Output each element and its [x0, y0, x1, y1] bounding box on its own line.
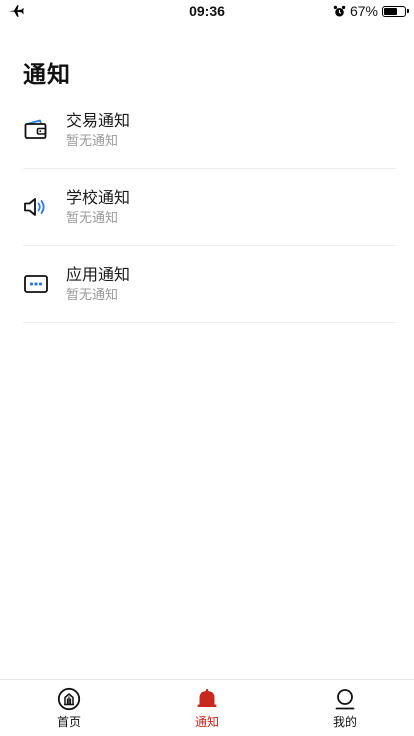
- item-subtitle: 暂无通知: [66, 211, 119, 226]
- list-item-app-notice[interactable]: 应用通知 暂无通知: [23, 246, 396, 323]
- tab-label: 通知: [194, 715, 219, 729]
- notifications-screen: 09:36 67% 通知 交易通知 暂无通知 学校通知 暂无通知 应用通知 暂无…: [0, 0, 414, 736]
- app-message-icon: [24, 275, 48, 293]
- tab-notifications[interactable]: 通知: [138, 680, 276, 736]
- speaker-icon: [24, 198, 45, 216]
- battery-icon: [382, 5, 409, 17]
- battery-percent: 67%: [349, 3, 378, 19]
- status-bar: 09:36 67%: [0, 0, 414, 24]
- tab-home[interactable]: 首页: [0, 680, 138, 736]
- tab-label: 我的: [332, 715, 357, 729]
- tab-bar: 首页 通知 我的: [0, 679, 414, 736]
- tab-label: 首页: [56, 715, 81, 729]
- page-title: 通知: [23, 62, 71, 88]
- notification-list: 交易通知 暂无通知 学校通知 暂无通知 应用通知 暂无通知: [23, 92, 396, 323]
- bell-icon: [197, 689, 217, 707]
- alarm-icon: [333, 5, 346, 17]
- status-right: 67%: [333, 3, 409, 19]
- list-item-trade-notice[interactable]: 交易通知 暂无通知: [23, 92, 396, 169]
- profile-icon: [335, 689, 355, 710]
- item-title: 应用通知: [66, 265, 131, 284]
- list-item-school-notice[interactable]: 学校通知 暂无通知: [23, 169, 396, 246]
- item-subtitle: 暂无通知: [66, 288, 119, 303]
- tab-profile[interactable]: 我的: [276, 680, 414, 736]
- item-title: 学校通知: [66, 188, 131, 207]
- battery-level: [384, 7, 397, 15]
- home-icon: [57, 687, 81, 711]
- wallet-icon: [24, 119, 47, 139]
- item-subtitle: 暂无通知: [66, 134, 119, 149]
- item-title: 交易通知: [66, 111, 131, 130]
